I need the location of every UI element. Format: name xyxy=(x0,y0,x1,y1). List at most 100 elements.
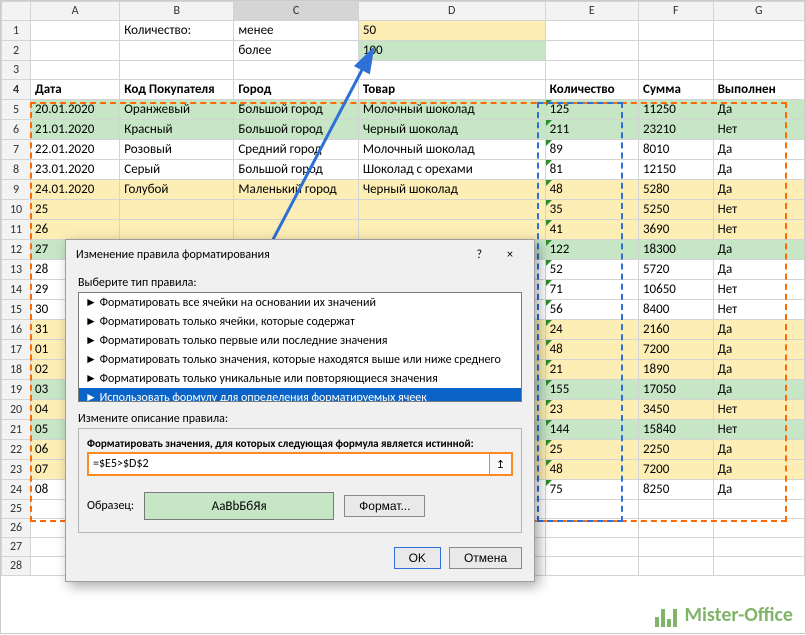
cell-city[interactable]: Большой город xyxy=(234,160,358,180)
cell-city[interactable]: Средний город xyxy=(234,140,358,160)
cell-qty[interactable]: 48 xyxy=(545,340,638,360)
cell-city[interactable]: Большой город xyxy=(234,100,358,120)
cell-buyer[interactable]: Серый xyxy=(120,160,234,180)
header-done[interactable]: Выполнен xyxy=(713,80,804,100)
row-header[interactable]: 8 xyxy=(2,160,31,180)
col-header[interactable]: G xyxy=(713,2,804,21)
cell-qty[interactable]: 125 xyxy=(545,100,638,120)
cell-buyer[interactable]: Розовый xyxy=(120,140,234,160)
rule-option[interactable]: ► Форматировать только ячейки, которые с… xyxy=(79,312,521,331)
row-header[interactable]: 12 xyxy=(2,240,31,260)
row-header[interactable]: 3 xyxy=(2,61,31,80)
cell-done[interactable]: Да xyxy=(713,380,804,400)
cell-city[interactable] xyxy=(234,200,358,220)
cell-done[interactable]: Да xyxy=(713,140,804,160)
cell-city[interactable]: Большой город xyxy=(234,120,358,140)
cell-done[interactable]: Нет xyxy=(713,220,804,240)
rule-option[interactable]: ► Форматировать только значения, которые… xyxy=(79,350,521,369)
cell-done[interactable]: Да xyxy=(713,260,804,280)
row-header[interactable]: 14 xyxy=(2,280,31,300)
header-product[interactable]: Товар xyxy=(358,80,545,100)
formula-input[interactable] xyxy=(89,454,489,474)
cell-done[interactable]: Нет xyxy=(713,420,804,440)
cell-product[interactable]: Молочный шоколад xyxy=(358,140,545,160)
cell[interactable]: более xyxy=(234,41,358,61)
cell-done[interactable]: Да xyxy=(713,460,804,480)
cell-date[interactable]: 23.01.2020 xyxy=(31,160,120,180)
header-sum[interactable]: Сумма xyxy=(638,80,713,100)
cell[interactable]: 100 xyxy=(358,41,545,61)
cell-sum[interactable]: 18300 xyxy=(638,240,713,260)
cell-sum[interactable]: 7200 xyxy=(638,460,713,480)
row-header[interactable]: 24 xyxy=(2,480,31,500)
row-header[interactable]: 13 xyxy=(2,260,31,280)
cell-done[interactable]: Нет xyxy=(713,120,804,140)
rule-option[interactable]: ► Форматировать только первые или послед… xyxy=(79,331,521,350)
row-header[interactable]: 27 xyxy=(2,538,31,557)
cell-date[interactable]: 26 xyxy=(31,220,120,240)
header-buyer[interactable]: Код Покупателя xyxy=(120,80,234,100)
cell-qty[interactable]: 75 xyxy=(545,480,638,500)
row-header[interactable]: 10 xyxy=(2,200,31,220)
cell-qty[interactable]: 24 xyxy=(545,320,638,340)
row-header[interactable]: 11 xyxy=(2,220,31,240)
cell-date[interactable]: 25 xyxy=(31,200,120,220)
row-header[interactable]: 25 xyxy=(2,500,31,519)
cell-done[interactable]: Да xyxy=(713,100,804,120)
cell-sum[interactable]: 2160 xyxy=(638,320,713,340)
cell-qty[interactable]: 71 xyxy=(545,280,638,300)
select-all-corner[interactable] xyxy=(2,2,31,21)
cell-qty[interactable]: 122 xyxy=(545,240,638,260)
cell-sum[interactable]: 3450 xyxy=(638,400,713,420)
cell-qty[interactable]: 155 xyxy=(545,380,638,400)
row-header[interactable]: 5 xyxy=(2,100,31,120)
cell-qty[interactable]: 81 xyxy=(545,160,638,180)
rule-type-list[interactable]: ► Форматировать все ячейки на основании … xyxy=(78,292,522,402)
cell-product[interactable]: Черный шоколад xyxy=(358,180,545,200)
row-header[interactable]: 26 xyxy=(2,519,31,538)
ok-button[interactable]: OK xyxy=(394,547,441,569)
cell-sum[interactable]: 7200 xyxy=(638,340,713,360)
cell-qty[interactable]: 89 xyxy=(545,140,638,160)
cell[interactable]: менее xyxy=(234,21,358,41)
cell-date[interactable]: 22.01.2020 xyxy=(31,140,120,160)
row-header[interactable]: 21 xyxy=(2,420,31,440)
cell[interactable]: 50 xyxy=(358,21,545,41)
cell-buyer[interactable]: Оранжевый xyxy=(120,100,234,120)
cell-sum[interactable]: 12150 xyxy=(638,160,713,180)
cell-sum[interactable]: 8400 xyxy=(638,300,713,320)
format-button[interactable]: Формат... xyxy=(344,495,425,517)
cell-qty[interactable]: 41 xyxy=(545,220,638,240)
col-header[interactable]: F xyxy=(638,2,713,21)
cell-buyer[interactable] xyxy=(120,200,234,220)
col-header[interactable]: A xyxy=(31,2,120,21)
cell-qty[interactable]: 48 xyxy=(545,180,638,200)
row-header[interactable]: 19 xyxy=(2,380,31,400)
cell-sum[interactable]: 15840 xyxy=(638,420,713,440)
row-header[interactable]: 16 xyxy=(2,320,31,340)
cell-product[interactable]: Черный шоколад xyxy=(358,120,545,140)
cell-sum[interactable]: 5250 xyxy=(638,200,713,220)
row-header[interactable]: 20 xyxy=(2,400,31,420)
cell-qty[interactable]: 25 xyxy=(545,440,638,460)
header-qty[interactable]: Количество xyxy=(545,80,638,100)
cell-done[interactable]: Да xyxy=(713,240,804,260)
row-header[interactable]: 9 xyxy=(2,180,31,200)
rule-option[interactable]: ► Форматировать все ячейки на основании … xyxy=(79,293,521,312)
cell-city[interactable]: Маленький город xyxy=(234,180,358,200)
col-header[interactable]: C xyxy=(234,2,358,21)
col-header[interactable]: E xyxy=(545,2,638,21)
cell-done[interactable]: Да xyxy=(713,180,804,200)
help-icon[interactable]: ? xyxy=(465,248,493,262)
row-header[interactable]: 15 xyxy=(2,300,31,320)
cell-sum[interactable]: 3690 xyxy=(638,220,713,240)
cell-sum[interactable]: 2250 xyxy=(638,440,713,460)
cell-product[interactable]: Молочный шоколад xyxy=(358,100,545,120)
cell-qty[interactable]: 144 xyxy=(545,420,638,440)
cell-done[interactable]: Да xyxy=(713,360,804,380)
cell-sum[interactable]: 23210 xyxy=(638,120,713,140)
col-header[interactable]: B xyxy=(120,2,234,21)
row-header[interactable]: 1 xyxy=(2,21,31,41)
cell-qty[interactable]: 52 xyxy=(545,260,638,280)
header-city[interactable]: Город xyxy=(234,80,358,100)
